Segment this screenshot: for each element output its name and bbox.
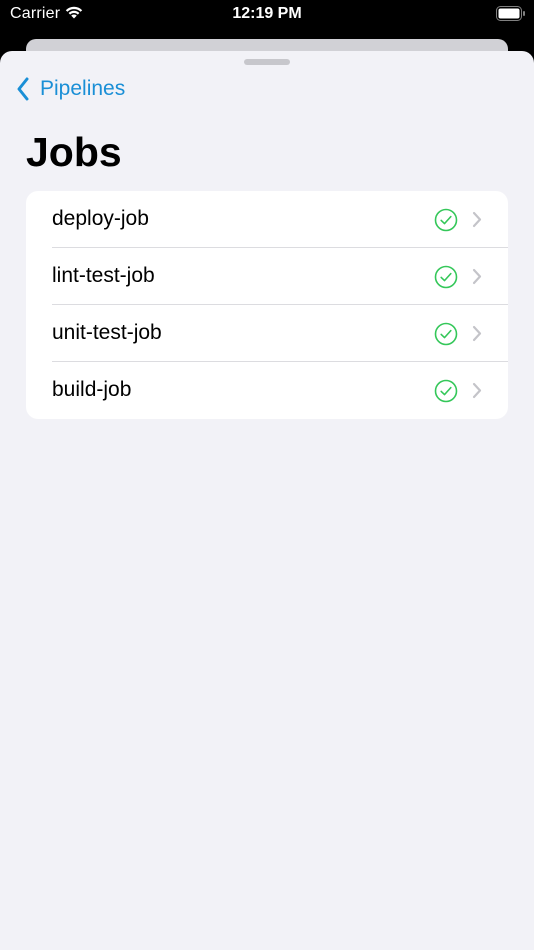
chevron-right-icon <box>472 382 482 399</box>
job-row[interactable]: build-job <box>26 362 508 419</box>
success-check-icon <box>434 322 458 346</box>
job-row[interactable]: lint-test-job <box>26 248 508 305</box>
job-row[interactable]: unit-test-job <box>26 305 508 362</box>
modal-sheet: Pipelines Jobs deploy-job lint-test-job <box>0 51 534 950</box>
success-check-icon <box>434 265 458 289</box>
chevron-right-icon <box>472 211 482 228</box>
chevron-left-icon <box>17 77 29 101</box>
job-name: deploy-job <box>52 207 149 230</box>
success-check-icon <box>434 379 458 403</box>
status-bar: Carrier 12:19 PM <box>0 0 534 30</box>
back-button-label: Pipelines <box>40 77 126 100</box>
battery-icon <box>496 6 525 21</box>
page-title: Jobs <box>26 129 122 175</box>
clock: 12:19 PM <box>232 5 302 22</box>
job-name: lint-test-job <box>52 264 155 287</box>
success-check-icon <box>434 208 458 232</box>
job-row[interactable]: deploy-job <box>26 191 508 248</box>
chevron-right-icon <box>472 268 482 285</box>
app-screen: Carrier 12:19 PM Pipelines Jobs deploy-j… <box>0 0 534 950</box>
chevron-right-icon <box>472 325 482 342</box>
sheet-grabber[interactable] <box>244 59 290 65</box>
job-list: deploy-job lint-test-job unit-test-job b… <box>26 191 508 419</box>
job-name: unit-test-job <box>52 321 162 344</box>
back-button[interactable]: Pipelines <box>16 75 125 103</box>
job-name: build-job <box>52 378 132 401</box>
